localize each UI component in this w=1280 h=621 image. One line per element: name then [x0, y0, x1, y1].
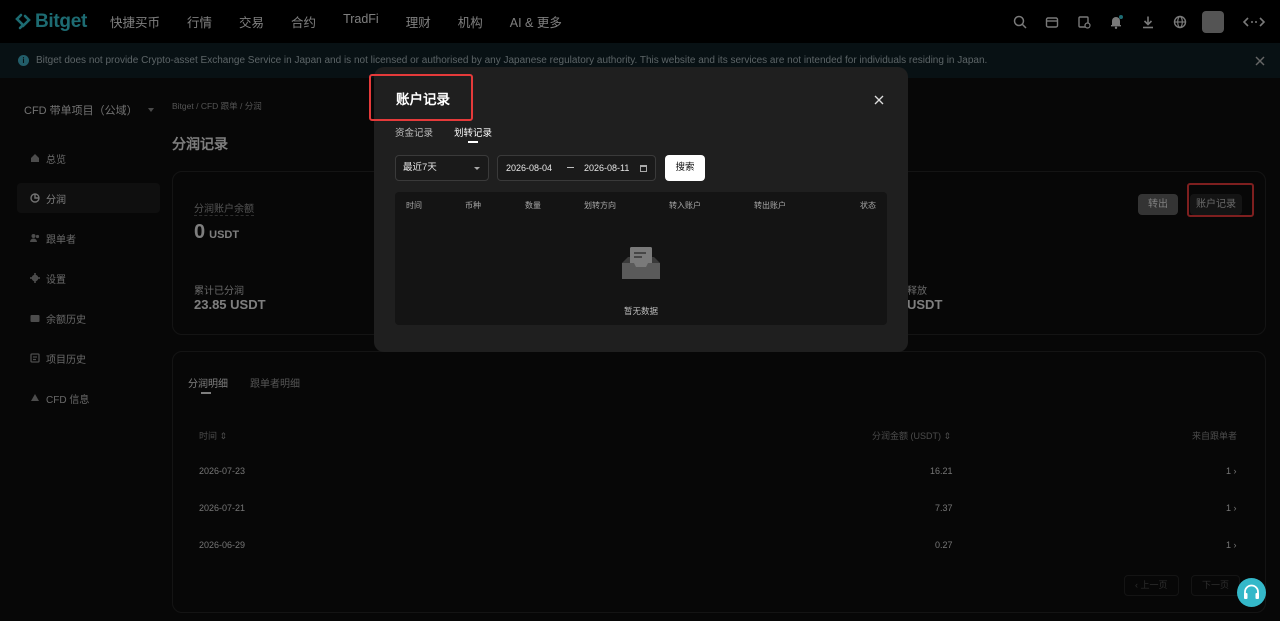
empty-state-text: 暂无数据 — [623, 306, 658, 316]
column-header-status: 状态 — [860, 201, 876, 210]
transfer-records-table: 时间 币种 数量 划转方向 转入账户 转出账户 状态 暂无数据 — [395, 192, 887, 325]
column-header-from-account: 转出账户 — [754, 201, 786, 210]
calendar-icon[interactable] — [640, 165, 647, 172]
date-start[interactable]: 2026-08-04 — [506, 156, 552, 180]
headset-icon — [1244, 584, 1259, 599]
tab-transfer-records[interactable]: 划转记录 — [454, 125, 492, 143]
close-icon[interactable] — [874, 92, 884, 105]
date-separator — [567, 167, 574, 168]
date-end[interactable]: 2026-08-11 — [584, 156, 629, 180]
support-chat-button[interactable] — [1237, 578, 1266, 607]
period-select-value: 最近7天 — [403, 162, 437, 173]
column-header-direction: 划转方向 — [584, 201, 616, 210]
column-header-time: 时间 — [406, 201, 422, 210]
search-button[interactable]: 搜索 — [665, 155, 705, 181]
tab-fund-records[interactable]: 资金记录 — [395, 125, 433, 139]
column-header-quantity: 数量 — [525, 201, 541, 210]
modal-tabs: 资金记录 划转记录 — [395, 125, 513, 143]
column-header-currency: 币种 — [465, 201, 481, 210]
date-range-picker[interactable]: 2026-08-04 2026-08-11 — [497, 155, 656, 181]
column-header-to-account: 转入账户 — [669, 201, 701, 210]
highlight-box — [369, 74, 473, 121]
period-select[interactable]: 最近7天 — [395, 155, 489, 181]
chevron-down-icon — [474, 167, 480, 170]
empty-box-icon — [622, 247, 660, 279]
